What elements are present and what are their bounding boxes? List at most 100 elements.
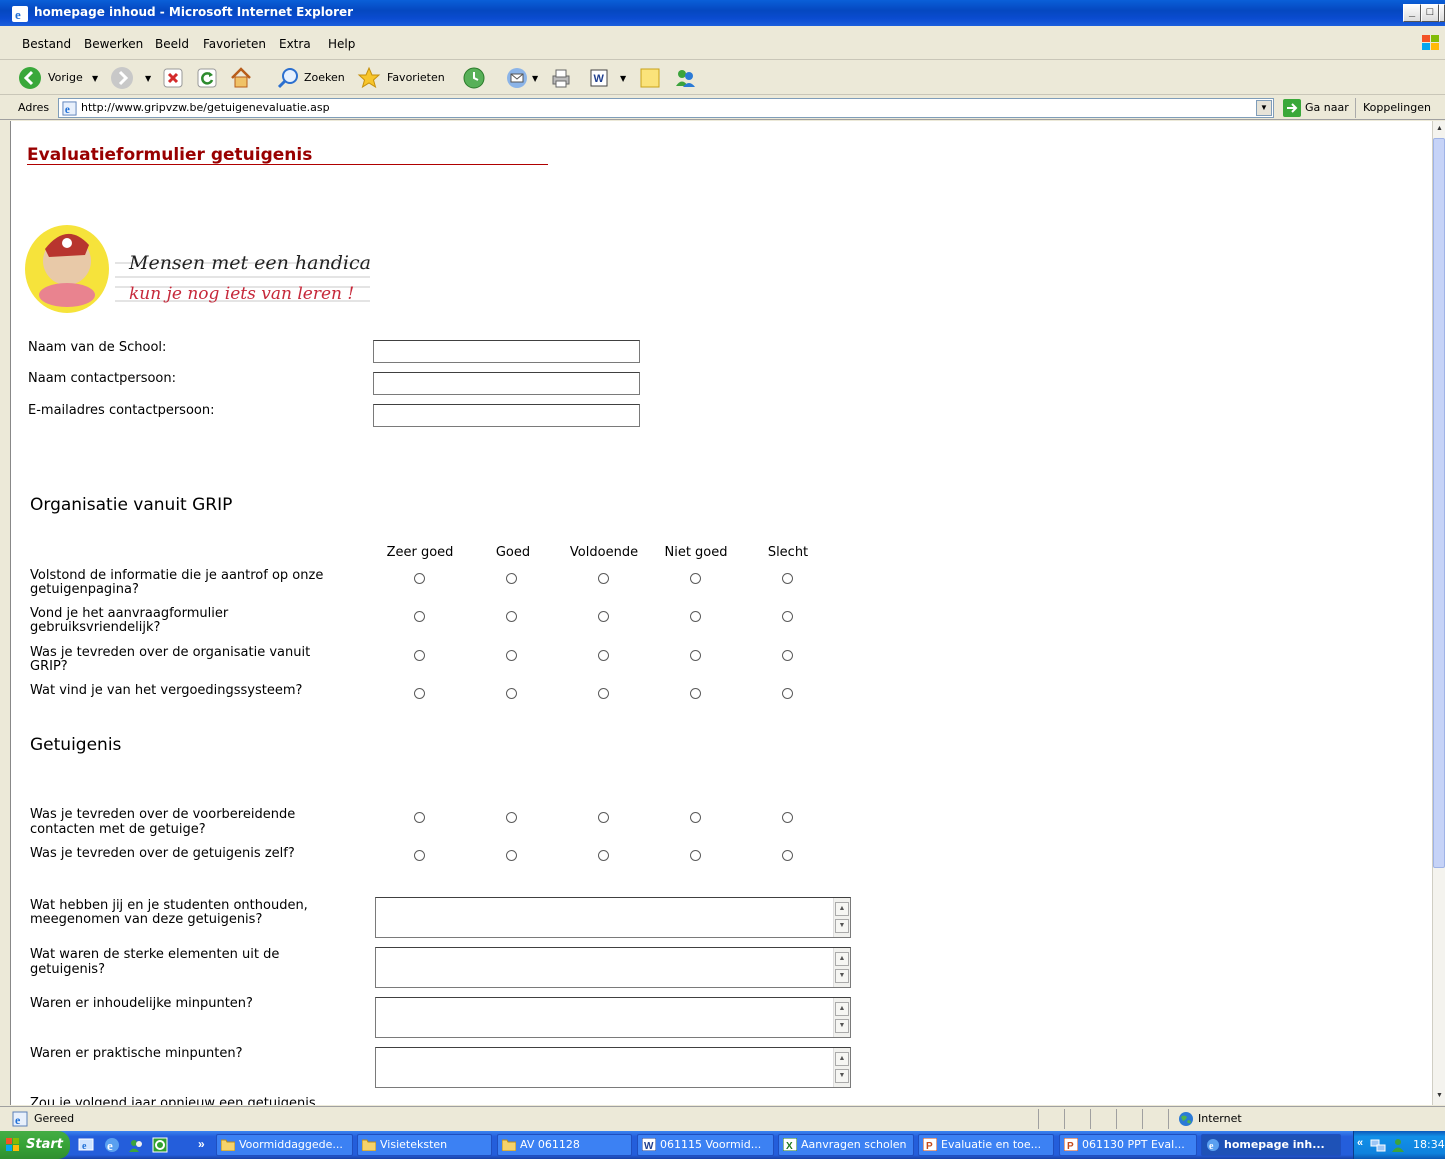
textarea-scrollbar[interactable]: ▲ ▼ <box>833 948 850 987</box>
mail-icon[interactable] <box>505 66 529 90</box>
radio-testimony-goed[interactable] <box>506 850 517 861</box>
menu-bestand[interactable]: Bestand <box>22 37 71 51</box>
radio-form-niet-goed[interactable] <box>690 611 701 622</box>
radio-compensation-goed[interactable] <box>506 688 517 699</box>
word-edit-icon[interactable]: W <box>587 66 611 90</box>
radio-compensation-zeer-goed[interactable] <box>414 688 425 699</box>
radio-compensation-voldoende[interactable] <box>598 688 609 699</box>
links-label[interactable]: Koppelingen <box>1363 101 1431 114</box>
go-button-label[interactable]: Ga naar <box>1305 101 1349 114</box>
task-ppt-061130[interactable]: P 061130 PPT Eval... <box>1059 1134 1197 1156</box>
radio-organisation-slecht[interactable] <box>782 650 793 661</box>
stop-icon[interactable] <box>161 66 185 90</box>
favorites-button-label[interactable]: Favorieten <box>387 71 445 84</box>
radio-testimony-zeer-goed[interactable] <box>414 850 425 861</box>
practical-minus-textarea[interactable]: ▲ ▼ <box>375 1047 851 1088</box>
maximize-button[interactable]: □ <box>1421 4 1439 22</box>
scroll-up-icon[interactable]: ▲ <box>835 902 849 916</box>
address-input[interactable]: e http://www.gripvzw.be/getuigenevaluati… <box>58 98 1274 118</box>
refresh-icon[interactable] <box>195 66 219 90</box>
radio-preparation-voldoende[interactable] <box>598 812 609 823</box>
quicklaunch-ie-icon[interactable]: e <box>104 1137 120 1153</box>
textarea-scrollbar[interactable]: ▲ ▼ <box>833 1048 850 1087</box>
remembered-textarea[interactable]: ▲ ▼ <box>375 897 851 938</box>
scroll-down-icon[interactable]: ▼ <box>835 1019 849 1033</box>
window-title-bar[interactable]: e homepage inhoud - Microsoft Internet E… <box>0 0 1445 26</box>
school-name-input[interactable] <box>373 340 640 363</box>
print-icon[interactable] <box>549 66 573 90</box>
radio-organisation-voldoende[interactable] <box>598 650 609 661</box>
task-excel-aanvragen[interactable]: X Aanvragen scholen <box>778 1134 914 1156</box>
task-visieteksten[interactable]: Visieteksten <box>357 1134 492 1156</box>
go-arrow-icon[interactable] <box>1283 99 1301 117</box>
radio-info-slecht[interactable] <box>782 573 793 584</box>
scroll-down-icon[interactable]: ▼ <box>835 1069 849 1083</box>
radio-testimony-slecht[interactable] <box>782 850 793 861</box>
start-button[interactable]: Start <box>0 1131 70 1159</box>
radio-preparation-niet-goed[interactable] <box>690 812 701 823</box>
messenger-icon[interactable] <box>673 66 697 90</box>
favorites-star-icon[interactable] <box>357 66 381 90</box>
radio-compensation-slecht[interactable] <box>782 688 793 699</box>
radio-organisation-niet-goed[interactable] <box>690 650 701 661</box>
scroll-down-icon[interactable]: ▼ <box>835 969 849 983</box>
radio-testimony-niet-goed[interactable] <box>690 850 701 861</box>
history-icon[interactable] <box>462 66 486 90</box>
content-minus-textarea[interactable]: ▲ ▼ <box>375 997 851 1038</box>
network-icon[interactable] <box>1370 1137 1386 1153</box>
task-homepage-active[interactable]: e homepage inh... <box>1201 1134 1341 1156</box>
radio-preparation-zeer-goed[interactable] <box>414 812 425 823</box>
radio-compensation-niet-goed[interactable] <box>690 688 701 699</box>
radio-form-goed[interactable] <box>506 611 517 622</box>
textarea-scrollbar[interactable]: ▲ ▼ <box>833 998 850 1037</box>
task-word-voormid[interactable]: W 061115 Voormid... <box>637 1134 774 1156</box>
task-av-061128[interactable]: AV 061128 <box>497 1134 632 1156</box>
quicklaunch-desktop-icon[interactable]: e <box>78 1137 94 1153</box>
page-scrollbar[interactable]: ▲ ▼ <box>1432 121 1445 1105</box>
menu-bewerken[interactable]: Bewerken <box>84 37 143 51</box>
radio-form-zeer-goed[interactable] <box>414 611 425 622</box>
forward-dropdown-icon[interactable]: ▼ <box>145 74 151 83</box>
home-icon[interactable] <box>229 66 253 90</box>
menu-favorieten[interactable]: Favorieten <box>203 37 266 51</box>
scroll-down-icon[interactable]: ▼ <box>835 919 849 933</box>
discuss-icon[interactable] <box>638 66 662 90</box>
radio-info-niet-goed[interactable] <box>690 573 701 584</box>
task-voormiddaggede[interactable]: Voormiddaggede... <box>216 1134 353 1156</box>
minimize-button[interactable]: _ <box>1403 4 1421 22</box>
edit-dropdown-icon[interactable]: ▼ <box>620 74 626 83</box>
page-scroll-thumb[interactable] <box>1433 138 1445 868</box>
contact-name-input[interactable] <box>373 372 640 395</box>
radio-preparation-goed[interactable] <box>506 812 517 823</box>
textarea-scrollbar[interactable]: ▲ ▼ <box>833 898 850 937</box>
scroll-up-icon[interactable]: ▲ <box>835 1002 849 1016</box>
radio-form-voldoende[interactable] <box>598 611 609 622</box>
radio-testimony-voldoende[interactable] <box>598 850 609 861</box>
menu-help[interactable]: Help <box>328 37 355 51</box>
radio-organisation-goed[interactable] <box>506 650 517 661</box>
radio-info-voldoende[interactable] <box>598 573 609 584</box>
scroll-up-icon[interactable]: ▲ <box>835 1052 849 1066</box>
quicklaunch-chevron[interactable]: » <box>198 1137 205 1151</box>
back-button-label[interactable]: Vorige <box>48 71 83 84</box>
close-button[interactable] <box>1439 4 1445 22</box>
menu-extra[interactable]: Extra <box>279 37 311 51</box>
radio-form-slecht[interactable] <box>782 611 793 622</box>
back-arrow-icon[interactable] <box>18 66 42 90</box>
scroll-up-icon[interactable]: ▲ <box>835 952 849 966</box>
mail-dropdown-icon[interactable]: ▼ <box>532 74 538 83</box>
radio-info-zeer-goed[interactable] <box>414 573 425 584</box>
tray-expand-chevron[interactable]: « <box>1357 1137 1363 1149</box>
contact-email-input[interactable] <box>373 404 640 427</box>
quicklaunch-messenger-icon[interactable] <box>128 1137 144 1153</box>
search-button-label[interactable]: Zoeken <box>304 71 345 84</box>
back-dropdown-icon[interactable]: ▼ <box>92 74 98 83</box>
radio-organisation-zeer-goed[interactable] <box>414 650 425 661</box>
menu-beeld[interactable]: Beeld <box>155 37 189 51</box>
radio-info-goed[interactable] <box>506 573 517 584</box>
address-dropdown-button[interactable]: ▼ <box>1256 100 1272 116</box>
radio-preparation-slecht[interactable] <box>782 812 793 823</box>
quicklaunch-app-icon[interactable] <box>152 1137 168 1153</box>
strengths-textarea[interactable]: ▲ ▼ <box>375 947 851 988</box>
forward-arrow-icon[interactable] <box>110 66 134 90</box>
